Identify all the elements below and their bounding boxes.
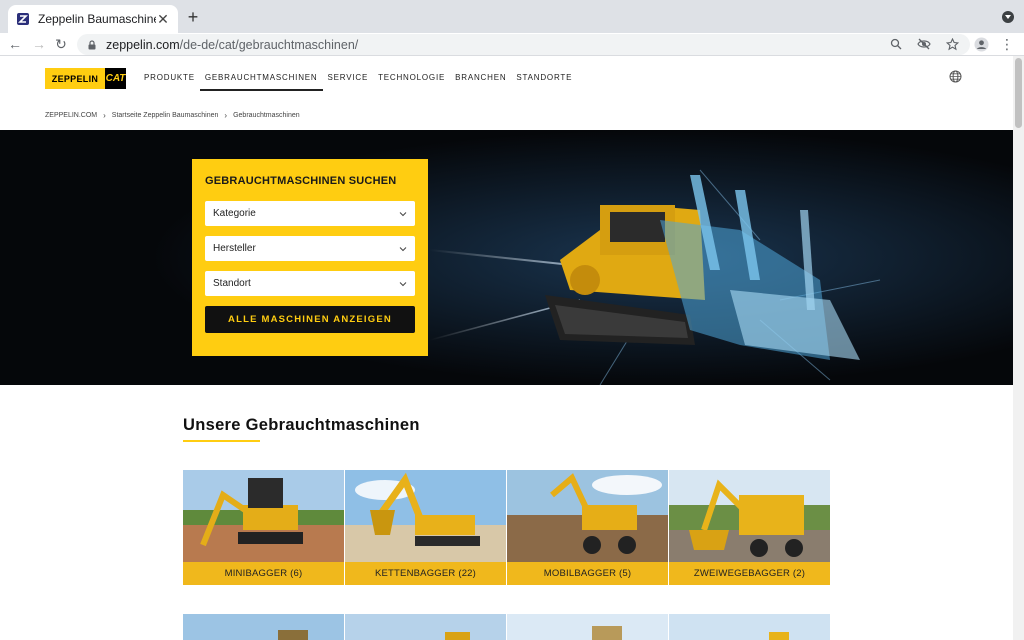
lock-icon [88,39,96,49]
zeppelin-cat-logo[interactable]: ZEPPELIN CAT [45,68,126,89]
forward-icon[interactable]: → [30,35,48,53]
hero-banner: GEBRAUCHTMASCHINEN SUCHEN Kategorie Hers… [0,130,1013,385]
site-header: ZEPPELIN CAT PRODUKTE GEBRAUCHTMASCHINEN… [0,56,1013,106]
minibagger-image [183,470,344,562]
card-image-row2[interactable] [183,614,344,640]
card-image-row2[interactable] [669,614,830,640]
bookmark-star-icon[interactable] [944,36,960,52]
zoom-icon[interactable] [888,36,904,52]
nav-produkte[interactable]: PRODUKTE [144,73,195,91]
breadcrumb: ZEPPELIN.COM › Startseite Zeppelin Bauma… [45,111,300,120]
reload-icon[interactable]: ↻ [52,35,70,53]
section-underline [183,440,260,442]
breadcrumb-startseite[interactable]: Startseite Zeppelin Baumaschinen [112,112,219,119]
card-image-row2[interactable] [507,614,668,640]
breadcrumb-home[interactable]: ZEPPELIN.COM [45,112,97,119]
tab-title: Zeppelin Baumaschinen [38,12,156,26]
card-label: MOBILBAGGER (5) [507,562,668,585]
chevron-right-icon: › [224,111,228,120]
card-minibagger[interactable]: MINIBAGGER (6) [183,470,344,585]
chevron-down-icon [399,281,407,286]
tab-search-icon[interactable] [1002,11,1014,23]
globe-icon[interactable] [949,70,963,84]
browser-menu-icon[interactable]: ⋮ [998,35,1016,53]
show-all-machines-button[interactable]: ALLE MASCHINEN ANZEIGEN [205,306,415,333]
category-cards: MINIBAGGER (6) KETTENBAGGER (22) MOBILBA… [183,470,831,585]
card-image-row2[interactable] [345,614,506,640]
nav-standorte[interactable]: STANDORTE [516,73,572,91]
browser-tab[interactable]: Zeppelin Baumaschinen ✕ [8,5,178,33]
scrollbar-thumb[interactable] [1015,58,1022,128]
kettenbagger-image [345,470,506,562]
nav-branchen[interactable]: BRANCHEN [455,73,506,91]
logo-cat-text: CAT [105,68,126,89]
category-cards-row2 [183,614,831,640]
breadcrumb-current: Gebrauchtmaschinen [233,112,300,119]
profile-avatar-icon[interactable] [972,35,990,53]
nav-technologie[interactable]: TECHNOLOGIE [378,73,445,91]
chevron-down-icon [399,211,407,216]
browser-tabbar: Zeppelin Baumaschinen ✕ + [0,0,1024,33]
page-viewport: ZEPPELIN CAT PRODUKTE GEBRAUCHTMASCHINEN… [0,56,1013,640]
card-label: ZWEIWEGEBAGGER (2) [669,562,830,585]
eye-off-icon[interactable] [916,36,932,52]
tab-close-icon[interactable]: ✕ [156,11,170,28]
address-bar[interactable]: zeppelin.com/de-de/cat/gebrauchtmaschine… [77,34,970,55]
standort-select[interactable]: Standort [205,271,415,296]
back-icon[interactable]: ← [6,35,24,53]
card-mobilbagger[interactable]: MOBILBAGGER (5) [507,470,668,585]
machine-search-box: GEBRAUCHTMASCHINEN SUCHEN Kategorie Hers… [192,159,428,356]
zweiwegebagger-image [669,470,830,562]
page-scrollbar[interactable] [1013,56,1024,640]
chevron-down-icon [399,246,407,251]
card-zweiwegebagger[interactable]: ZWEIWEGEBAGGER (2) [669,470,830,585]
search-title: GEBRAUCHTMASCHINEN SUCHEN [205,175,397,187]
logo-zeppelin-text: ZEPPELIN [45,68,105,89]
card-label: KETTENBAGGER (22) [345,562,506,585]
dozer-illustration [0,130,1013,385]
section-title: Unsere Gebrauchtmaschinen [183,416,420,434]
card-label: MINIBAGGER (6) [183,562,344,585]
kategorie-select[interactable]: Kategorie [205,201,415,226]
kategorie-value: Kategorie [213,208,256,219]
nav-service[interactable]: SERVICE [328,73,369,91]
standort-value: Standort [213,278,251,289]
url-host: zeppelin.com [106,37,180,52]
hersteller-select[interactable]: Hersteller [205,236,415,261]
main-nav: PRODUKTE GEBRAUCHTMASCHINEN SERVICE TECH… [144,73,582,91]
chevron-right-icon: › [103,111,106,120]
hersteller-value: Hersteller [213,243,256,254]
browser-toolbar: ← → ↻ zeppelin.com/de-de/cat/gebrauchtma… [0,33,1024,56]
mobilbagger-image [507,470,668,562]
card-kettenbagger[interactable]: KETTENBAGGER (22) [345,470,506,585]
zeppelin-favicon-icon [16,12,30,26]
new-tab-icon[interactable]: + [184,8,202,26]
nav-gebrauchtmaschinen[interactable]: GEBRAUCHTMASCHINEN [199,73,323,91]
url-path: /de-de/cat/gebrauchtmaschinen/ [179,37,359,52]
